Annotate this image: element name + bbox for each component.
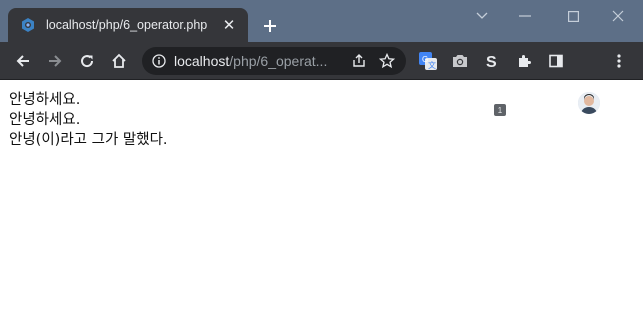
svg-text:文: 文: [428, 60, 436, 70]
php-favicon-icon: [20, 17, 36, 33]
bookmark-star-icon[interactable]: [376, 50, 398, 72]
plus-icon: [264, 20, 276, 32]
extensions-puzzle-icon[interactable]: [512, 49, 536, 73]
s-extension-icon[interactable]: S: [480, 49, 504, 73]
camera-icon[interactable]: [448, 49, 472, 73]
google-translate-icon[interactable]: G 文: [416, 49, 440, 73]
info-icon[interactable]: [152, 54, 166, 68]
new-tab-button[interactable]: [258, 14, 282, 38]
back-arrow-icon[interactable]: [11, 49, 35, 73]
address-bar[interactable]: localhost/php/6_operat...: [142, 47, 406, 75]
extension-badge: 1: [494, 104, 506, 116]
forward-arrow-icon[interactable]: [43, 49, 67, 73]
side-panel-icon[interactable]: [544, 49, 568, 73]
output-line-1: 안녕하세요.: [9, 92, 81, 108]
maximize-icon[interactable]: [561, 6, 585, 26]
tab-title: localhost/php/6_operator.php: [46, 18, 208, 32]
tab-close-icon[interactable]: ✕: [220, 16, 238, 34]
tab-search-chevron-down-icon[interactable]: [470, 6, 494, 26]
output-line-2: 안녕하세요.: [9, 112, 81, 128]
share-icon[interactable]: [348, 50, 370, 72]
page-content: 안녕하세요. 안녕하세요. 안녕(이)라고 그가 말했다.: [9, 90, 168, 150]
kebab-menu-icon[interactable]: [607, 49, 631, 73]
browser-toolbar: localhost/php/6_operat... G 文 S 1: [0, 42, 643, 116]
svg-text:S: S: [486, 54, 497, 70]
reload-icon[interactable]: [75, 49, 99, 73]
browser-tab[interactable]: localhost/php/6_operator.php ✕: [8, 8, 248, 42]
minimize-icon[interactable]: [513, 6, 537, 26]
home-icon[interactable]: [107, 49, 131, 73]
output-line-3: 안녕(이)라고 그가 말했다.: [9, 132, 168, 148]
browser-title-bar: localhost/php/6_operator.php ✕: [0, 0, 643, 42]
close-window-icon[interactable]: [606, 6, 630, 26]
address-url: localhost/php/6_operat...: [174, 53, 342, 69]
profile-avatar[interactable]: [578, 92, 600, 114]
url-path: /php/6_operat...: [229, 53, 328, 69]
url-host: localhost: [174, 53, 230, 69]
